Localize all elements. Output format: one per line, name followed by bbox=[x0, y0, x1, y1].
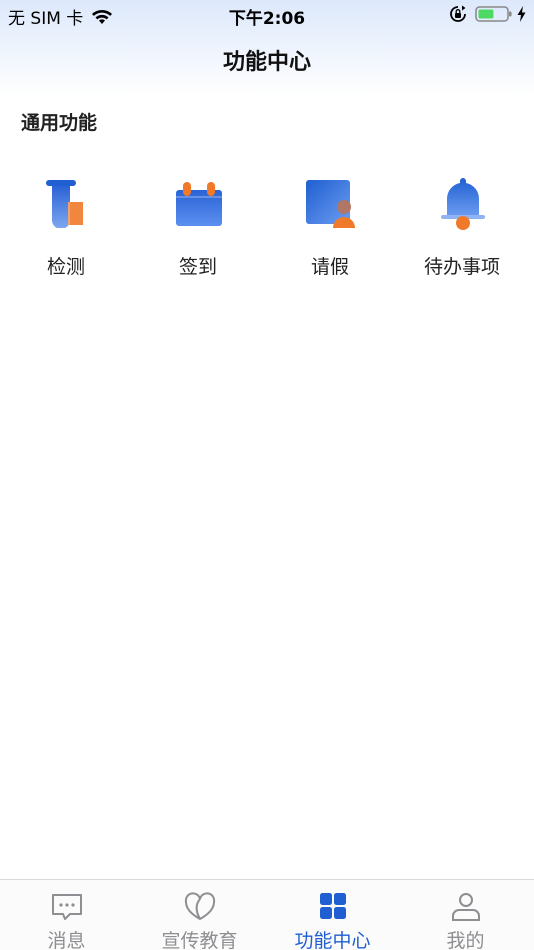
function-label: 待办事项 bbox=[423, 256, 500, 278]
tab-function-center[interactable]: 功能中心 bbox=[266, 880, 399, 950]
function-label: 检测 bbox=[46, 256, 85, 278]
tab-label: 消息 bbox=[47, 930, 86, 950]
bell-icon bbox=[441, 178, 485, 230]
charging-icon bbox=[517, 6, 526, 22]
function-grid: 检测 签到 请假 待办事项 bbox=[0, 170, 534, 290]
education-icon bbox=[184, 892, 215, 921]
tab-messages[interactable]: 消息 bbox=[0, 880, 133, 950]
grid-icon bbox=[319, 893, 346, 919]
tab-label: 功能中心 bbox=[294, 930, 371, 950]
function-label: 签到 bbox=[178, 256, 217, 278]
tab-label: 宣传教育 bbox=[161, 930, 238, 950]
test-tube-icon bbox=[46, 180, 83, 228]
function-item-checkin[interactable]: 签到 bbox=[132, 170, 264, 285]
tab-bar: 消息 宣传教育 功能中心 我的 bbox=[0, 879, 534, 950]
tab-education[interactable]: 宣传教育 bbox=[133, 880, 266, 950]
tab-profile[interactable]: 我的 bbox=[399, 880, 532, 950]
status-bar: 无 SIM 卡 下午2:06 bbox=[0, 0, 534, 30]
function-label: 请假 bbox=[310, 256, 349, 278]
function-item-leave[interactable]: 请假 bbox=[264, 170, 396, 285]
message-icon bbox=[51, 894, 82, 920]
calendar-checkin-icon bbox=[176, 182, 222, 226]
function-item-todo[interactable]: 待办事项 bbox=[396, 170, 528, 285]
orientation-lock-icon bbox=[450, 5, 466, 22]
tab-label: 我的 bbox=[446, 930, 485, 950]
function-item-test[interactable]: 检测 bbox=[0, 170, 132, 285]
profile-icon bbox=[451, 893, 480, 921]
battery-icon bbox=[475, 6, 512, 22]
section-title: 通用功能 bbox=[21, 112, 98, 134]
page-title: 功能中心 bbox=[222, 50, 311, 75]
leave-request-icon bbox=[306, 180, 355, 228]
